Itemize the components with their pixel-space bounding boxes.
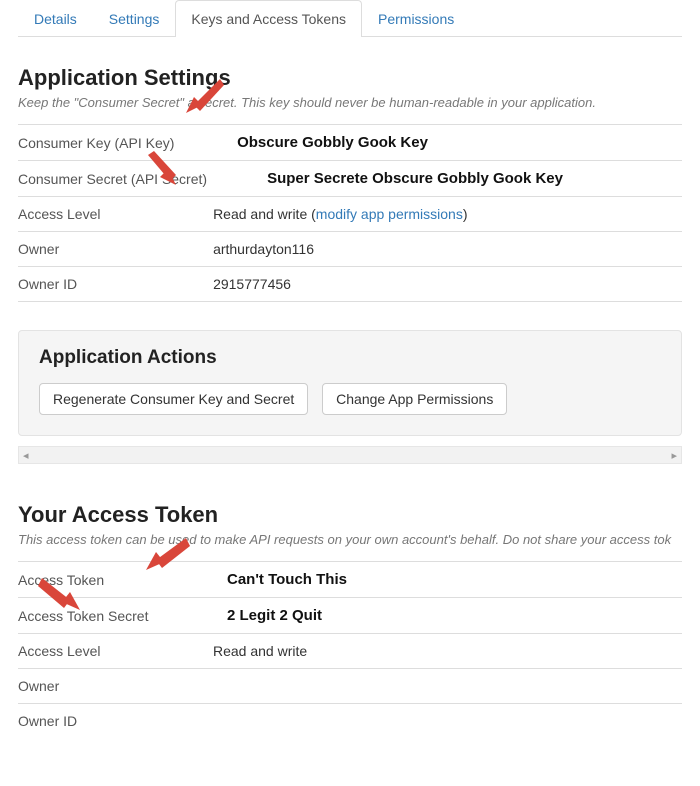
access-token-label: Access Token	[18, 562, 213, 598]
access-token-table: Access Token Can't Touch This Access Tok…	[18, 561, 682, 738]
row-token-access-level: Access Level Read and write	[18, 634, 682, 669]
row-consumer-key: Consumer Key (API Key) Obscure Gobbly Go…	[18, 125, 682, 161]
application-actions-heading: Application Actions	[39, 347, 661, 369]
owner-id-label: Owner ID	[18, 267, 213, 302]
app-settings-table: Consumer Key (API Key) Obscure Gobbly Go…	[18, 124, 682, 302]
consumer-secret-label: Consumer Secret (API Secret)	[18, 161, 213, 197]
consumer-key-value: Obscure Gobbly Gook Key	[213, 134, 428, 151]
tab-details[interactable]: Details	[18, 0, 93, 37]
access-token-secret-label: Access Token Secret	[18, 598, 213, 634]
tab-bar: Details Settings Keys and Access Tokens …	[18, 0, 682, 37]
app-settings-heading: Application Settings	[18, 65, 682, 91]
access-token-value: Can't Touch This	[213, 571, 347, 588]
scroll-left-icon: ◂	[23, 449, 29, 462]
row-access-token: Access Token Can't Touch This	[18, 562, 682, 598]
application-actions-panel: Application Actions Regenerate Consumer …	[18, 330, 682, 436]
access-level-label: Access Level	[18, 197, 213, 232]
app-settings-subtitle: Keep the "Consumer Secret" a secret. Thi…	[18, 95, 682, 110]
access-token-subtitle: This access token can be used to make AP…	[18, 532, 682, 547]
row-access-token-secret: Access Token Secret 2 Legit 2 Quit	[18, 598, 682, 634]
consumer-secret-value: Super Secrete Obscure Gobbly Gook Key	[213, 170, 563, 187]
tab-settings[interactable]: Settings	[93, 0, 176, 37]
row-access-level: Access Level Read and write (modify app …	[18, 197, 682, 232]
token-owner-value	[213, 669, 682, 704]
access-level-suffix: )	[463, 206, 468, 222]
token-access-level-label: Access Level	[18, 634, 213, 669]
token-owner-label: Owner	[18, 669, 213, 704]
horizontal-scrollbar[interactable]: ◂ ▸	[18, 446, 682, 464]
modify-permissions-link[interactable]: modify app permissions	[316, 206, 463, 222]
owner-label: Owner	[18, 232, 213, 267]
regenerate-key-button[interactable]: Regenerate Consumer Key and Secret	[39, 383, 308, 415]
tab-permissions[interactable]: Permissions	[362, 0, 470, 37]
row-consumer-secret: Consumer Secret (API Secret) Super Secre…	[18, 161, 682, 197]
consumer-key-label: Consumer Key (API Key)	[18, 125, 213, 161]
scroll-right-icon: ▸	[671, 449, 677, 462]
owner-value: arthurdayton116	[213, 232, 682, 267]
access-level-prefix: Read and write (	[213, 206, 316, 222]
token-owner-id-value	[213, 704, 682, 739]
access-token-secret-value: 2 Legit 2 Quit	[213, 607, 322, 624]
row-token-owner-id: Owner ID	[18, 704, 682, 739]
row-owner: Owner arthurdayton116	[18, 232, 682, 267]
token-owner-id-label: Owner ID	[18, 704, 213, 739]
access-token-heading: Your Access Token	[18, 502, 682, 528]
change-permissions-button[interactable]: Change App Permissions	[322, 383, 507, 415]
token-access-level-value: Read and write	[213, 634, 682, 669]
tab-keys[interactable]: Keys and Access Tokens	[175, 0, 362, 37]
row-owner-id: Owner ID 2915777456	[18, 267, 682, 302]
row-token-owner: Owner	[18, 669, 682, 704]
owner-id-value: 2915777456	[213, 267, 682, 302]
